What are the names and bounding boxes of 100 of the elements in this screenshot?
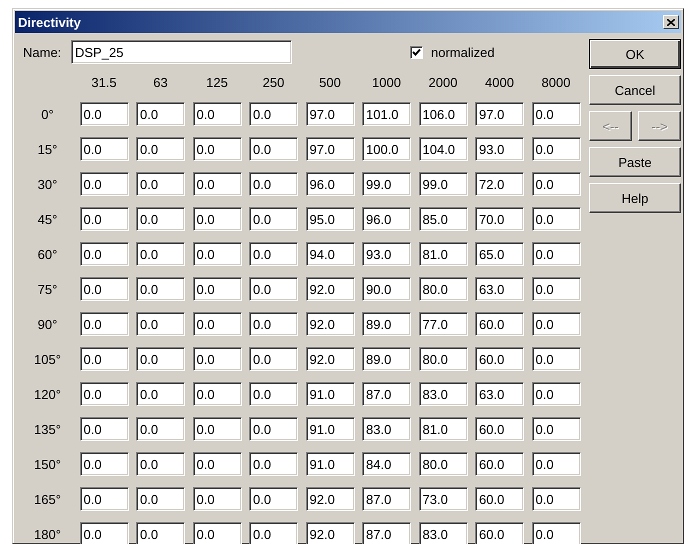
value-field[interactable]: 92.0 — [306, 277, 354, 301]
value-field[interactable]: 0.0 — [136, 277, 185, 301]
value-field[interactable]: 91.0 — [306, 382, 354, 406]
value-field[interactable]: 85.0 — [418, 207, 468, 231]
value-field[interactable]: 0.0 — [192, 452, 242, 476]
value-field[interactable]: 65.0 — [475, 242, 524, 266]
value-field[interactable]: 99.0 — [418, 172, 468, 196]
value-field[interactable]: 0.0 — [136, 207, 185, 231]
value-field[interactable]: 0.0 — [249, 382, 298, 406]
value-field[interactable]: 0.0 — [532, 277, 580, 301]
value-field[interactable]: 0.0 — [136, 102, 185, 126]
value-field[interactable]: 0.0 — [136, 417, 185, 441]
close-button[interactable] — [663, 15, 679, 29]
value-field[interactable]: 0.0 — [192, 242, 242, 266]
value-field[interactable]: 0.0 — [532, 382, 580, 406]
value-field[interactable]: 0.0 — [80, 277, 128, 301]
value-field[interactable]: 0.0 — [80, 347, 128, 371]
value-field[interactable]: 0.0 — [532, 452, 580, 476]
value-field[interactable]: 0.0 — [249, 312, 298, 336]
value-field[interactable]: 0.0 — [192, 207, 242, 231]
value-field[interactable]: 0.0 — [532, 312, 580, 336]
value-field[interactable]: 97.0 — [475, 102, 524, 126]
value-field[interactable]: 0.0 — [136, 172, 185, 196]
value-field[interactable]: 87.0 — [362, 487, 411, 511]
value-field[interactable]: 97.0 — [306, 102, 354, 126]
value-field[interactable]: 0.0 — [80, 172, 128, 196]
value-field[interactable]: 63.0 — [475, 382, 524, 406]
value-field[interactable]: 0.0 — [249, 347, 298, 371]
value-field[interactable]: 0.0 — [532, 417, 580, 441]
ok-button[interactable]: OK — [589, 39, 681, 69]
value-field[interactable]: 0.0 — [80, 137, 128, 161]
value-field[interactable]: 83.0 — [418, 522, 468, 544]
value-field[interactable]: 0.0 — [192, 312, 242, 336]
value-field[interactable]: 0.0 — [249, 277, 298, 301]
value-field[interactable]: 80.0 — [418, 277, 468, 301]
value-field[interactable]: 96.0 — [306, 172, 354, 196]
value-field[interactable]: 92.0 — [306, 487, 354, 511]
value-field[interactable]: 0.0 — [532, 172, 580, 196]
value-field[interactable]: 0.0 — [532, 207, 580, 231]
value-field[interactable]: 92.0 — [306, 347, 354, 371]
value-field[interactable]: 0.0 — [532, 487, 580, 511]
value-field[interactable]: 0.0 — [192, 102, 242, 126]
value-field[interactable]: 91.0 — [306, 417, 354, 441]
value-field[interactable]: 0.0 — [136, 347, 185, 371]
value-field[interactable]: 0.0 — [532, 522, 580, 544]
value-field[interactable]: 0.0 — [136, 522, 185, 544]
name-field[interactable]: DSP_25 — [71, 40, 292, 64]
value-field[interactable]: 60.0 — [475, 312, 524, 336]
value-field[interactable]: 0.0 — [249, 102, 298, 126]
value-field[interactable]: 63.0 — [475, 277, 524, 301]
value-field[interactable]: 0.0 — [136, 452, 185, 476]
value-field[interactable]: 104.0 — [418, 137, 468, 161]
value-field[interactable]: 0.0 — [80, 417, 128, 441]
value-field[interactable]: 72.0 — [475, 172, 524, 196]
value-field[interactable]: 0.0 — [136, 312, 185, 336]
value-field[interactable]: 0.0 — [532, 137, 580, 161]
value-field[interactable]: 0.0 — [249, 522, 298, 544]
value-field[interactable]: 92.0 — [306, 312, 354, 336]
value-field[interactable]: 0.0 — [192, 487, 242, 511]
value-field[interactable]: 0.0 — [80, 242, 128, 266]
value-field[interactable]: 83.0 — [362, 417, 411, 441]
value-field[interactable]: 93.0 — [475, 137, 524, 161]
dialog-button[interactable]: Paste — [589, 147, 681, 177]
value-field[interactable]: 0.0 — [136, 382, 185, 406]
value-field[interactable]: 0.0 — [80, 382, 128, 406]
value-field[interactable]: 0.0 — [249, 172, 298, 196]
value-field[interactable]: 95.0 — [306, 207, 354, 231]
value-field[interactable]: 93.0 — [362, 242, 411, 266]
value-field[interactable]: 0.0 — [249, 242, 298, 266]
value-field[interactable]: 80.0 — [418, 452, 468, 476]
value-field[interactable]: 70.0 — [475, 207, 524, 231]
normalized-checkbox[interactable] — [410, 46, 423, 58]
value-field[interactable]: 0.0 — [192, 382, 242, 406]
value-field[interactable]: 60.0 — [475, 487, 524, 511]
value-field[interactable]: 0.0 — [192, 277, 242, 301]
value-field[interactable]: 0.0 — [192, 137, 242, 161]
value-field[interactable]: 0.0 — [136, 242, 185, 266]
value-field[interactable]: 101.0 — [362, 102, 411, 126]
value-field[interactable]: 0.0 — [532, 242, 580, 266]
value-field[interactable]: 84.0 — [362, 452, 411, 476]
value-field[interactable]: 106.0 — [418, 102, 468, 126]
value-field[interactable]: 0.0 — [532, 347, 580, 371]
value-field[interactable]: 0.0 — [192, 347, 242, 371]
value-field[interactable]: 0.0 — [249, 207, 298, 231]
value-field[interactable]: 0.0 — [249, 452, 298, 476]
value-field[interactable]: 99.0 — [362, 172, 411, 196]
value-field[interactable]: 0.0 — [192, 522, 242, 544]
value-field[interactable]: 97.0 — [306, 137, 354, 161]
value-field[interactable]: 80.0 — [418, 347, 468, 371]
value-field[interactable]: 60.0 — [475, 522, 524, 544]
value-field[interactable]: 0.0 — [192, 417, 242, 441]
value-field[interactable]: 90.0 — [362, 277, 411, 301]
value-field[interactable]: 0.0 — [532, 102, 580, 126]
value-field[interactable]: 0.0 — [249, 417, 298, 441]
value-field[interactable]: 83.0 — [418, 382, 468, 406]
value-field[interactable]: 0.0 — [80, 207, 128, 231]
value-field[interactable]: 0.0 — [80, 102, 128, 126]
value-field[interactable]: 60.0 — [475, 347, 524, 371]
value-field[interactable]: 0.0 — [80, 452, 128, 476]
value-field[interactable]: 73.0 — [418, 487, 468, 511]
